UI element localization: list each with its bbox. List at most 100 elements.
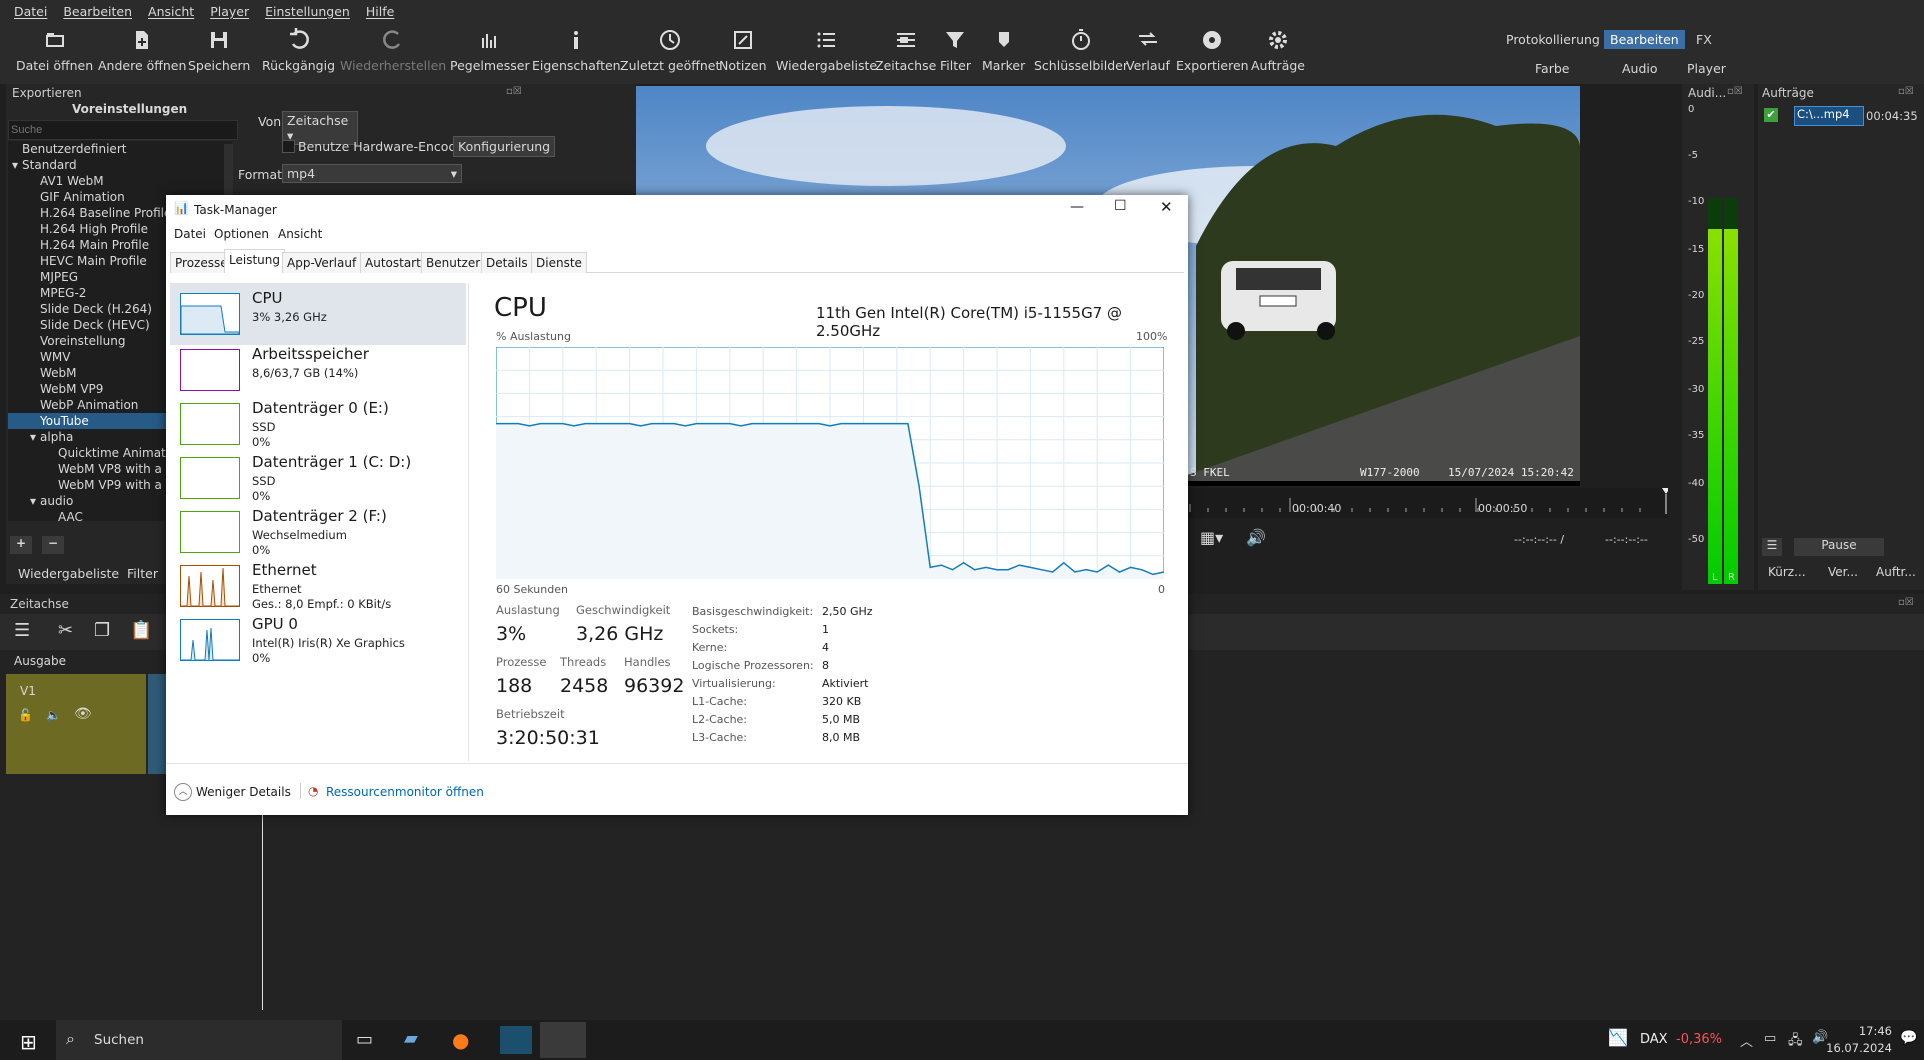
layout-color[interactable]: Farbe: [1535, 61, 1569, 76]
tray-device-icon[interactable]: ▭: [1764, 1031, 1776, 1046]
menu-player[interactable]: Player: [210, 4, 249, 19]
configure-button[interactable]: Konfigurierung: [453, 136, 556, 157]
lock-icon[interactable]: 🔓: [18, 708, 33, 722]
audio-panel-close-icon[interactable]: ▫☒: [1727, 86, 1743, 97]
firefox-icon[interactable]: ●: [452, 1028, 469, 1052]
perf-item-2[interactable]: Datenträger 0 (E:) SSD 0%: [170, 393, 466, 455]
preset-item[interactable]: AV1 WebM: [8, 173, 232, 189]
tab-filter[interactable]: Filter: [127, 566, 158, 581]
shotcut-taskbar-icon[interactable]: [500, 1026, 532, 1054]
perf-item-4[interactable]: Datenträger 2 (F:) Wechselmedium 0%: [170, 501, 466, 563]
task-view-icon[interactable]: ▭: [356, 1029, 373, 1050]
close-button[interactable]: ✕: [1160, 198, 1173, 216]
filter-button[interactable]: Filter: [940, 28, 971, 73]
maximize-button[interactable]: ☐: [1114, 198, 1127, 214]
minimize-button[interactable]: —: [1070, 199, 1084, 215]
preset-item[interactable]: Benutzerdefiniert: [8, 141, 232, 157]
perf-item-5[interactable]: Ethernet Ethernet Ges.: 8,0 Empf.: 0 KBit/…: [170, 555, 466, 617]
menu-einstellungen[interactable]: Einstellungen: [265, 4, 350, 19]
layout-logging[interactable]: Protokollierung: [1506, 32, 1600, 47]
menu-datei[interactable]: Datei: [14, 4, 47, 19]
tab-history[interactable]: Ver...: [1828, 565, 1858, 579]
perf-item-3[interactable]: Datenträger 1 (C: D:) SSD 0%: [170, 447, 466, 509]
tab-autostart[interactable]: Autostart: [360, 252, 426, 273]
tray-chevron-icon[interactable]: ︿: [1740, 1031, 1753, 1050]
preset-item[interactable]: ▾ Standard: [8, 157, 232, 173]
timeline-close-icon[interactable]: ▫☒: [1898, 597, 1914, 608]
jobs-menu-icon[interactable]: ☰: [1762, 538, 1782, 556]
grid-icon[interactable]: ▦▾: [1200, 528, 1223, 547]
tm-menu-optionen[interactable]: Optionen: [214, 227, 269, 241]
perf-item-6[interactable]: GPU 0 Intel(R) Iris(R) Xe Graphics 0%: [170, 609, 466, 671]
scrub-ruler[interactable]: 00:00:40 00:00:50: [1188, 488, 1668, 518]
meter-button[interactable]: Pegelmesser: [450, 28, 530, 73]
perf-item-1[interactable]: Arbeitsspeicher 8,6/63,7 GB (14%): [170, 339, 466, 401]
fewer-details-link[interactable]: Weniger Details: [196, 785, 291, 799]
job-check-icon[interactable]: ✔: [1764, 108, 1778, 122]
tab-app-verlauf[interactable]: App-Verlauf: [282, 252, 362, 273]
notes-button[interactable]: Notizen: [719, 28, 767, 73]
open-file-button[interactable]: Datei öffnen: [16, 28, 93, 73]
tab-jobs[interactable]: Auftr...: [1876, 565, 1916, 579]
taskbar-search[interactable]: ⌕ Suchen: [56, 1020, 342, 1060]
taskmanager-taskbar-icon[interactable]: [540, 1022, 586, 1058]
layout-editing[interactable]: Bearbeiten: [1604, 30, 1685, 49]
chevron-up-icon[interactable]: ︿: [174, 783, 192, 801]
pause-button[interactable]: Pause: [1794, 538, 1884, 556]
properties-button[interactable]: Eigenschaften: [532, 28, 621, 73]
layout-player[interactable]: Player: [1687, 61, 1726, 76]
clock-time[interactable]: 17:46: [1826, 1024, 1892, 1038]
tab-shortcuts[interactable]: Kürz...: [1768, 565, 1806, 579]
jobs-button[interactable]: Aufträge: [1251, 28, 1305, 73]
menu-bearbeiten[interactable]: Bearbeiten: [63, 4, 132, 19]
tab-dienste[interactable]: Dienste: [531, 252, 587, 273]
track-header-v1[interactable]: V1 🔓 🔈 👁: [6, 674, 146, 774]
undo-button[interactable]: Rückgängig: [262, 28, 335, 73]
chevron-down-icon[interactable]: ▾: [12, 158, 18, 172]
layout-fx[interactable]: FX: [1696, 32, 1712, 47]
hw-encoder-checkbox[interactable]: [282, 140, 295, 153]
marker-button[interactable]: Marker: [982, 28, 1025, 73]
network-icon[interactable]: 🖧: [1788, 1031, 1803, 1053]
export-button[interactable]: Exportieren: [1176, 28, 1249, 73]
tab-playlist[interactable]: Wiedergabeliste: [18, 566, 119, 581]
save-button[interactable]: Speichern: [188, 28, 250, 73]
tab-details[interactable]: Details: [481, 252, 533, 273]
keyframes-button[interactable]: Schlüsselbilder: [1034, 28, 1128, 73]
windows-start-icon[interactable]: ⊞: [20, 1030, 37, 1054]
tab-leistung[interactable]: Leistung: [224, 249, 285, 273]
open-other-button[interactable]: Andere öffnen: [98, 28, 186, 73]
remove-preset-button[interactable]: −: [42, 536, 64, 554]
dax-label[interactable]: DAX: [1640, 1032, 1668, 1047]
history-button[interactable]: Verlauf: [1126, 28, 1170, 73]
job-name[interactable]: C:\...mp4: [1794, 106, 1864, 126]
volume-icon[interactable]: 🔊: [1246, 528, 1266, 547]
jobs-panel-close-icon[interactable]: ▫☒: [1898, 86, 1914, 97]
playlist-button[interactable]: Wiedergabeliste: [776, 28, 877, 73]
tm-menu-ansicht[interactable]: Ansicht: [278, 227, 322, 241]
menu-hilfe[interactable]: Hilfe: [366, 4, 394, 19]
eye-icon[interactable]: 👁: [74, 706, 92, 722]
preset-search-input[interactable]: [8, 120, 238, 140]
panel-float-close-icon[interactable]: ▫☒: [506, 86, 522, 97]
timeline-button[interactable]: Zeitachse: [875, 28, 936, 73]
add-preset-button[interactable]: +: [10, 536, 32, 554]
layout-audio[interactable]: Audio: [1622, 61, 1658, 76]
menu-ansicht[interactable]: Ansicht: [148, 4, 194, 19]
recent-button[interactable]: Zuletzt geöffnet: [620, 28, 720, 73]
copy-icon[interactable]: ❐: [94, 620, 110, 641]
tm-menu-datei[interactable]: Datei: [174, 227, 206, 241]
format-select[interactable]: mp4 ▾: [282, 164, 462, 183]
mute-icon[interactable]: 🔈: [46, 708, 61, 722]
timeline-menu-icon[interactable]: ☰: [14, 620, 30, 641]
taskbar-app-explorer-icon[interactable]: ▰: [404, 1028, 418, 1049]
chevron-down-icon[interactable]: ▾: [30, 494, 36, 508]
notification-icon[interactable]: 💬: [1900, 1030, 1917, 1046]
perf-item-0[interactable]: CPU 3% 3,26 GHz: [170, 283, 466, 345]
clock-date[interactable]: 16.07.2024: [1812, 1041, 1892, 1055]
dax-value[interactable]: -0,36%: [1676, 1032, 1722, 1047]
redo-button[interactable]: Wiederherstellen: [340, 28, 446, 73]
resource-monitor-link[interactable]: Ressourcenmonitor öffnen: [326, 785, 484, 799]
cut-icon[interactable]: ✂: [58, 620, 73, 641]
chevron-down-icon[interactable]: ▾: [30, 430, 36, 444]
